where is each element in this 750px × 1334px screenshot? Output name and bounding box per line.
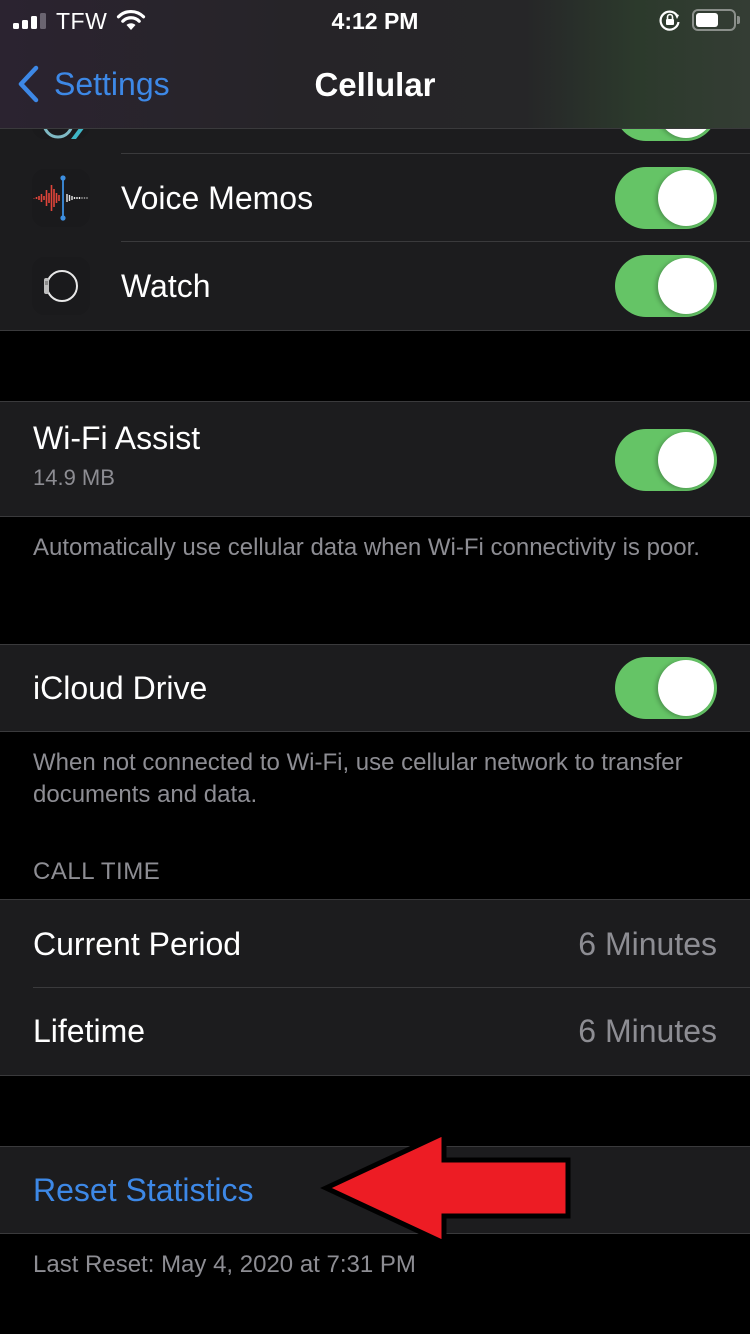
status-bar: TFW 4:12 PM: [0, 0, 750, 40]
lifetime-value: 6 Minutes: [578, 1013, 717, 1049]
wifi-assist-row: Wi-Fi Assist 14.9 MB: [0, 402, 750, 516]
table-row: Current Period 6 Minutes: [0, 900, 750, 988]
voice-memos-icon: [32, 169, 90, 227]
icloud-drive-label: iCloud Drive: [33, 669, 208, 706]
icloud-drive-group: iCloud Drive: [0, 644, 750, 732]
current-period-value: 6 Minutes: [578, 925, 717, 962]
wifi-assist-group: Wi-Fi Assist 14.9 MB: [0, 401, 750, 517]
battery-tip: [737, 16, 740, 24]
current-period-label: Current Period: [33, 925, 242, 962]
call-time-group: Current Period 6 Minutes Lifetime 6 Minu…: [0, 899, 750, 1076]
rotation-lock-icon: [659, 10, 680, 31]
red-arrow-annotation: [320, 1130, 571, 1246]
icloud-drive-toggle[interactable]: [615, 657, 717, 719]
icloud-drive-row: iCloud Drive: [0, 645, 750, 731]
lifetime-label: Lifetime: [33, 1013, 146, 1049]
wifi-assist-toggle[interactable]: [615, 429, 717, 491]
table-row: Lifetime 6 Minutes: [0, 988, 750, 1075]
app-name: Voice Memos: [121, 179, 314, 216]
battery-icon: [692, 9, 736, 31]
app-name: Watch: [121, 267, 211, 304]
navigation-header: TFW 4:12 PM Settings Cellular: [0, 0, 750, 129]
voice-memos-toggle[interactable]: [615, 167, 717, 229]
wifi-assist-label: Wi-Fi Assist: [33, 420, 201, 456]
wifi-assist-footer: Automatically use cellular data when Wi-…: [33, 534, 700, 561]
watch-toggle[interactable]: [615, 255, 717, 317]
watch-icon: [32, 257, 90, 315]
nav-bar: Settings Cellular: [0, 40, 750, 128]
icloud-drive-footer: When not connected to Wi-Fi, use cellula…: [33, 749, 683, 808]
page-title: Cellular: [314, 66, 436, 103]
last-reset-text: Last Reset: May 4, 2020 at 7:31 PM: [33, 1251, 416, 1278]
status-time: 4:12 PM: [331, 8, 419, 34]
call-time-header: CALL TIME: [33, 858, 161, 885]
list-item-voice-memos: Voice Memos: [0, 154, 750, 242]
wifi-assist-usage: 14.9 MB: [33, 465, 115, 490]
reset-statistics-button[interactable]: Reset Statistics: [33, 1172, 254, 1209]
list-item-watch: Watch: [0, 242, 750, 330]
